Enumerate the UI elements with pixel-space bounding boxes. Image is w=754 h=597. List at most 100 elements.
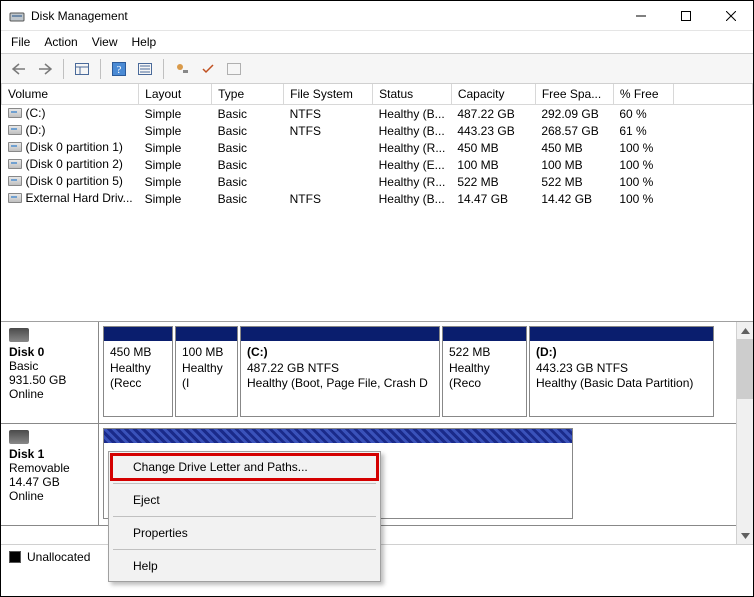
- help-icon[interactable]: ?: [107, 57, 131, 81]
- cell-capacity: 450 MB: [451, 139, 535, 156]
- cell-type: Basic: [212, 156, 284, 173]
- partition[interactable]: 100 MBHealthy (I: [175, 326, 238, 417]
- cell-type: Basic: [212, 122, 284, 139]
- disk-size: 931.50 GB: [9, 373, 66, 387]
- cell-status: Healthy (B...: [373, 190, 452, 207]
- cell-pct: 100 %: [613, 190, 673, 207]
- disk-name: Disk 0: [9, 345, 44, 359]
- cell-type: Basic: [212, 173, 284, 190]
- legend-unallocated: Unallocated: [27, 550, 90, 564]
- col-status[interactable]: Status: [373, 84, 452, 105]
- cell-layout: Simple: [139, 139, 212, 156]
- scroll-down-icon[interactable]: [737, 527, 753, 544]
- col-filesystem[interactable]: File System: [284, 84, 373, 105]
- cell-free: 522 MB: [535, 173, 613, 190]
- menu-file[interactable]: File: [11, 35, 30, 49]
- scroll-track[interactable]: [737, 339, 753, 527]
- cell-fs: NTFS: [284, 122, 373, 139]
- col-capacity[interactable]: Capacity: [451, 84, 535, 105]
- partition-stripe: [530, 327, 713, 341]
- cell-capacity: 522 MB: [451, 173, 535, 190]
- svg-text:?: ?: [117, 64, 122, 76]
- col-layout[interactable]: Layout: [139, 84, 212, 105]
- check-icon[interactable]: [196, 57, 220, 81]
- cell-fs: NTFS: [284, 105, 373, 123]
- col-pctfree[interactable]: % Free: [613, 84, 673, 105]
- partition-container: 450 MB Healthy (Recc 100 MBHealthy (I(C:)4…: [99, 322, 736, 423]
- disk-icon: [9, 430, 29, 444]
- drive-icon: [8, 159, 22, 169]
- ctx-eject[interactable]: Eject: [111, 487, 378, 513]
- close-button[interactable]: [708, 1, 753, 30]
- partition[interactable]: 450 MB Healthy (Recc: [103, 326, 173, 417]
- partition-size: 450 MB: [110, 345, 151, 359]
- disk-state: Online: [9, 387, 44, 401]
- minimize-button[interactable]: [618, 1, 663, 30]
- cell-volume: External Hard Driv...: [26, 191, 133, 205]
- partition[interactable]: 522 MBHealthy (Reco: [442, 326, 527, 417]
- table-row[interactable]: (D:)SimpleBasicNTFSHealthy (B...443.23 G…: [2, 122, 753, 139]
- cell-pct: 100 %: [613, 173, 673, 190]
- panel-icon[interactable]: [70, 57, 94, 81]
- menubar: File Action View Help: [1, 31, 753, 54]
- cell-status: Healthy (B...: [373, 105, 452, 123]
- disk-name: Disk 1: [9, 447, 44, 461]
- cell-type: Basic: [212, 190, 284, 207]
- table-row[interactable]: (Disk 0 partition 1)SimpleBasicHealthy (…: [2, 139, 753, 156]
- list-icon[interactable]: [133, 57, 157, 81]
- cell-status: Healthy (B...: [373, 122, 452, 139]
- scroll-up-icon[interactable]: [737, 322, 753, 339]
- drive-icon: [8, 176, 22, 186]
- cell-volume: (C:): [26, 106, 46, 120]
- cell-layout: Simple: [139, 190, 212, 207]
- table-row[interactable]: (C:)SimpleBasicNTFSHealthy (B...487.22 G…: [2, 105, 753, 123]
- partition-status: Healthy (Reco: [449, 361, 490, 391]
- scrollbar-vertical[interactable]: [736, 322, 753, 544]
- ctx-properties[interactable]: Properties: [111, 520, 378, 546]
- drive-icon: [8, 125, 22, 135]
- drive-icon: [8, 193, 22, 203]
- table-row[interactable]: External Hard Driv...SimpleBasicNTFSHeal…: [2, 190, 753, 207]
- disk-header[interactable]: Disk 0Basic931.50 GBOnline: [1, 322, 99, 423]
- cell-free: 268.57 GB: [535, 122, 613, 139]
- partition-stripe: [176, 327, 237, 341]
- toolbar: ?: [1, 54, 753, 84]
- table-row[interactable]: (Disk 0 partition 2)SimpleBasicHealthy (…: [2, 156, 753, 173]
- cell-layout: Simple: [139, 105, 212, 123]
- partition[interactable]: (D:)443.23 GB NTFSHealthy (Basic Data Pa…: [529, 326, 714, 417]
- separator: [63, 59, 64, 79]
- disk-type: Removable: [9, 461, 70, 475]
- disk-state: Online: [9, 489, 44, 503]
- partition-status: Healthy (Recc: [110, 361, 151, 391]
- partition[interactable]: (C:)487.22 GB NTFSHealthy (Boot, Page Fi…: [240, 326, 440, 417]
- disk-header[interactable]: Disk 1Removable14.47 GBOnline: [1, 424, 99, 525]
- partition-status: Healthy (Basic Data Partition): [536, 376, 693, 390]
- menu-action[interactable]: Action: [44, 35, 77, 49]
- cell-fs: [284, 173, 373, 190]
- cell-fs: [284, 139, 373, 156]
- ctx-change-drive-letter[interactable]: Change Drive Letter and Paths...: [111, 454, 378, 480]
- cell-layout: Simple: [139, 122, 212, 139]
- partition-status: Healthy (I: [182, 361, 223, 391]
- menu-help[interactable]: Help: [132, 35, 157, 49]
- ctx-help[interactable]: Help: [111, 553, 378, 579]
- action-icon[interactable]: [170, 57, 194, 81]
- table-header-row: Volume Layout Type File System Status Ca…: [2, 84, 753, 105]
- col-type[interactable]: Type: [212, 84, 284, 105]
- col-free[interactable]: Free Spa...: [535, 84, 613, 105]
- back-button[interactable]: [7, 57, 31, 81]
- menu-view[interactable]: View: [92, 35, 118, 49]
- maximize-button[interactable]: [663, 1, 708, 30]
- cell-capacity: 14.47 GB: [451, 190, 535, 207]
- scroll-thumb[interactable]: [737, 339, 753, 399]
- partition-stripe: [104, 327, 172, 341]
- cell-status: Healthy (E...: [373, 156, 452, 173]
- forward-button[interactable]: [33, 57, 57, 81]
- app-icon: [9, 8, 25, 24]
- separator: [113, 483, 376, 484]
- col-volume[interactable]: Volume: [2, 84, 139, 105]
- blank-icon[interactable]: [222, 57, 246, 81]
- separator: [113, 549, 376, 550]
- cell-free: 100 MB: [535, 156, 613, 173]
- table-row[interactable]: (Disk 0 partition 5)SimpleBasicHealthy (…: [2, 173, 753, 190]
